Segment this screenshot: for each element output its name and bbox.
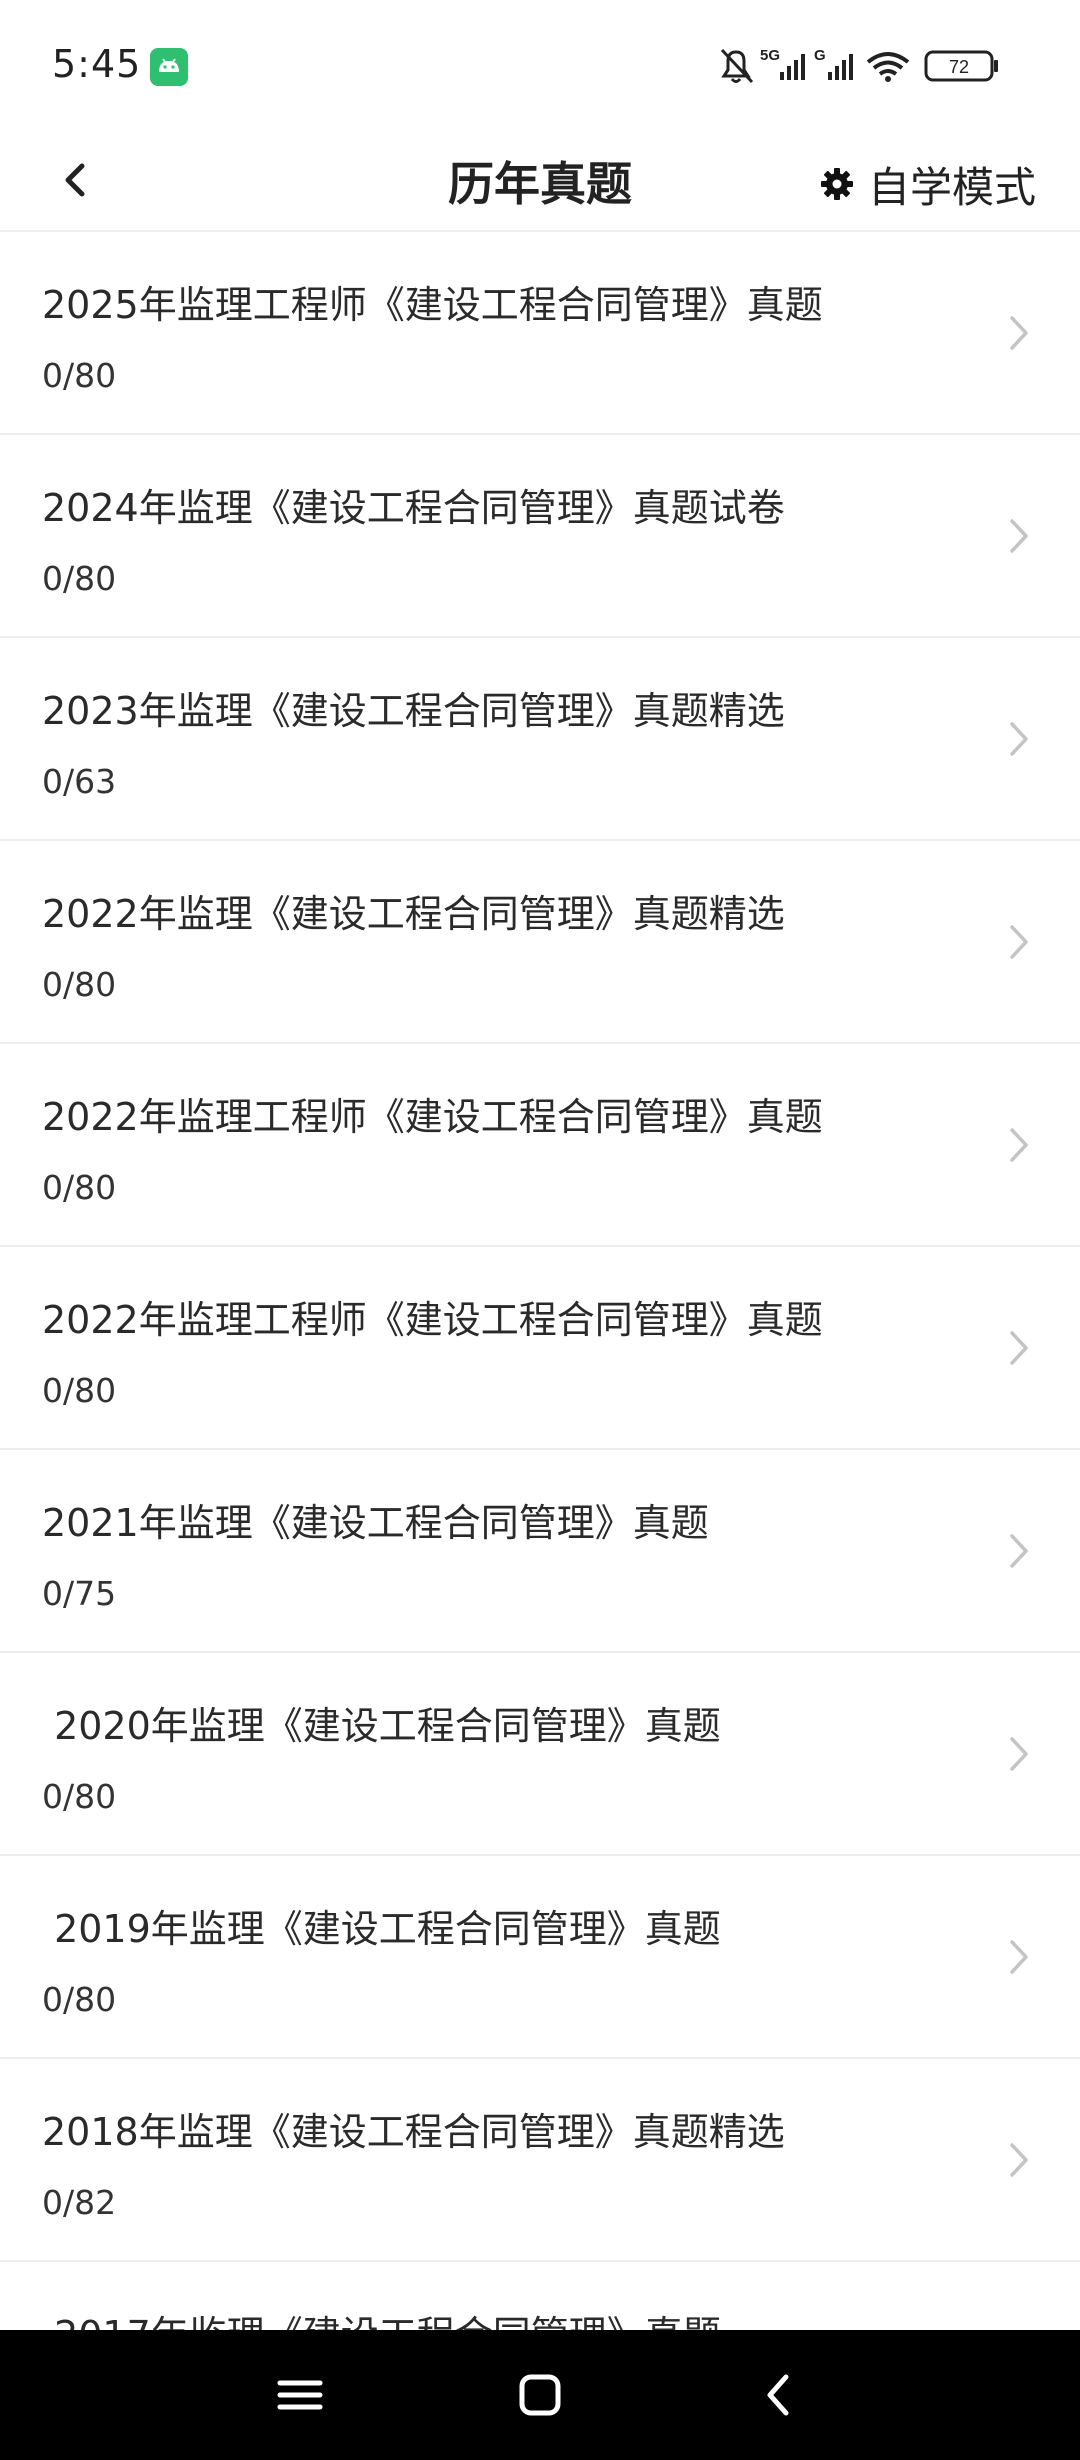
status-bar: 5:45 5G G 72 — [0, 0, 1080, 136]
item-progress: 0/82 — [42, 2183, 117, 2222]
list-item[interactable]: 2019年监理《建设工程合同管理》真题 0/80 — [0, 1856, 1080, 2059]
home-icon — [519, 2374, 561, 2416]
battery-icon: 72 — [924, 50, 998, 82]
svg-text:G: G — [814, 47, 826, 64]
item-progress: 0/80 — [42, 1980, 117, 2019]
system-navigation-bar — [0, 2330, 1080, 2460]
list-item[interactable]: 2017年监理《建设工程合同管理》真题 — [0, 2262, 1080, 2330]
item-progress: 0/75 — [42, 1574, 117, 1613]
list-item[interactable]: 2020年监理《建设工程合同管理》真题 0/80 — [0, 1653, 1080, 1856]
chevron-right-icon — [1010, 1128, 1028, 1162]
item-title: 2021年监理《建设工程合同管理》真题 — [42, 1501, 709, 1545]
menu-button[interactable] — [270, 2365, 330, 2425]
chevron-right-icon — [1010, 1331, 1028, 1365]
svg-text:72: 72 — [949, 57, 969, 77]
chevron-right-icon — [1010, 2143, 1028, 2177]
item-progress: 0/80 — [42, 356, 117, 395]
gear-icon — [820, 168, 853, 200]
chevron-right-icon — [1010, 722, 1028, 756]
status-icons: 5G G 72 — [718, 44, 1030, 88]
item-title: 2020年监理《建设工程合同管理》真题 — [42, 1704, 721, 1748]
item-progress: 0/80 — [42, 1168, 117, 1207]
item-title: 2025年监理工程师《建设工程合同管理》真题 — [42, 283, 823, 327]
home-button[interactable] — [510, 2365, 570, 2425]
chevron-right-icon — [1010, 925, 1028, 959]
item-title: 2018年监理《建设工程合同管理》真题精选 — [42, 2110, 785, 2154]
chevron-right-icon — [1010, 1737, 1028, 1771]
item-title: 2024年监理《建设工程合同管理》真题试卷 — [42, 486, 785, 530]
item-progress: 0/80 — [42, 1371, 117, 1410]
item-title: 2022年监理工程师《建设工程合同管理》真题 — [42, 1095, 823, 1139]
list-item[interactable]: 2024年监理《建设工程合同管理》真题试卷 0/80 — [0, 435, 1080, 638]
item-title: 2022年监理工程师《建设工程合同管理》真题 — [42, 1298, 823, 1342]
android-notification-icon — [150, 48, 188, 86]
item-title: 2022年监理《建设工程合同管理》真题精选 — [42, 892, 785, 936]
list-item[interactable]: 2021年监理《建设工程合同管理》真题 0/75 — [0, 1450, 1080, 1653]
chevron-right-icon — [1010, 1534, 1028, 1568]
item-title: 2023年监理《建设工程合同管理》真题精选 — [42, 689, 785, 733]
item-progress: 0/80 — [42, 1777, 117, 1816]
back-icon — [767, 2374, 789, 2416]
status-time: 5:45 — [52, 42, 142, 86]
item-progress: 0/80 — [42, 965, 117, 1004]
item-title: 2019年监理《建设工程合同管理》真题 — [42, 1907, 721, 1951]
exam-paper-list: 2025年监理工程师《建设工程合同管理》真题 0/80 2024年监理《建设工程… — [0, 232, 1080, 2330]
list-item[interactable]: 2022年监理工程师《建设工程合同管理》真题 0/80 — [0, 1044, 1080, 1247]
bell-muted-icon — [720, 48, 754, 84]
list-item[interactable]: 2022年监理工程师《建设工程合同管理》真题 0/80 — [0, 1247, 1080, 1450]
chevron-right-icon — [1010, 316, 1028, 350]
item-progress: 0/63 — [42, 762, 117, 801]
chevron-left-icon — [65, 163, 85, 197]
chevron-right-icon — [1010, 519, 1028, 553]
list-item[interactable]: 2022年监理《建设工程合同管理》真题精选 0/80 — [0, 841, 1080, 1044]
menu-icon — [277, 2380, 323, 2410]
item-progress: 0/80 — [42, 559, 117, 598]
app-header: 历年真题 自学模式 — [0, 136, 1080, 232]
wifi-icon — [866, 52, 910, 82]
svg-text:5G: 5G — [760, 47, 780, 64]
list-item[interactable]: 2023年监理《建设工程合同管理》真题精选 0/63 — [0, 638, 1080, 841]
back-button[interactable] — [48, 150, 108, 210]
chevron-right-icon — [1010, 1940, 1028, 1974]
list-item[interactable]: 2018年监理《建设工程合同管理》真题精选 0/82 — [0, 2059, 1080, 2262]
list-item[interactable]: 2025年监理工程师《建设工程合同管理》真题 0/80 — [0, 232, 1080, 435]
item-title: 2017年监理《建设工程合同管理》真题 — [42, 2304, 721, 2330]
mode-label: 自学模式 — [867, 162, 1036, 212]
self-study-mode-button[interactable]: 自学模式 — [820, 136, 1036, 232]
nav-back-button[interactable] — [750, 2365, 810, 2425]
